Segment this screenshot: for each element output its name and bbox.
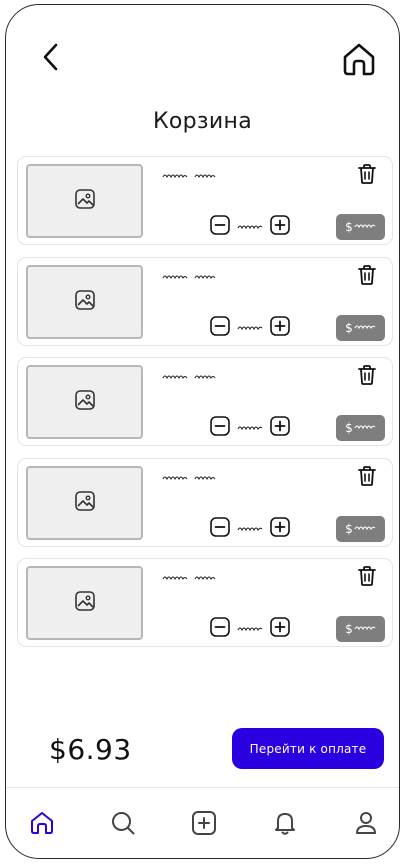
plus-icon (270, 416, 290, 440)
price-scribble-icon (354, 220, 376, 234)
plus-icon (270, 617, 290, 641)
product-name-scribble-icon (162, 272, 218, 282)
cart-item: $ (17, 256, 393, 346)
cart-item: $ (17, 357, 393, 446)
image-placeholder-icon (74, 490, 96, 516)
decrement-button[interactable] (210, 617, 230, 641)
quantity-stepper (210, 416, 290, 440)
price-badge[interactable]: $ (336, 515, 385, 542)
plus-icon (270, 315, 290, 340)
quantity-scribble-icon (237, 623, 263, 635)
product-name-scribble-icon (162, 473, 218, 483)
price-scribble-icon (354, 522, 376, 536)
image-placeholder-icon (74, 289, 96, 315)
minus-icon (210, 416, 230, 440)
price-scribble-icon (354, 421, 376, 435)
phone-frame: Корзина $ $ $ $ $ $6.93 Перейти к оплате (5, 4, 400, 859)
decrement-button[interactable] (210, 315, 230, 340)
image-placeholder-icon (74, 188, 96, 214)
price-currency: $ (345, 421, 353, 435)
quantity-stepper (210, 215, 290, 239)
product-image[interactable] (26, 566, 143, 640)
quantity-scribble-icon (237, 322, 263, 334)
product-image[interactable] (26, 365, 143, 439)
product-image[interactable] (26, 264, 143, 339)
price-scribble-icon (354, 321, 376, 335)
delete-button[interactable] (356, 163, 378, 189)
cart-list: $ $ $ $ $ (17, 156, 393, 659)
minus-icon (210, 215, 230, 239)
delete-button[interactable] (356, 565, 378, 591)
minus-icon (210, 315, 230, 340)
decrement-button[interactable] (210, 416, 230, 440)
product-name-scribble-icon (162, 171, 218, 181)
minus-icon (210, 516, 230, 541)
increment-button[interactable] (270, 215, 290, 239)
nav-add[interactable] (186, 805, 222, 841)
nav-search[interactable] (105, 805, 141, 841)
price-badge[interactable]: $ (336, 214, 385, 240)
product-image[interactable] (26, 465, 143, 540)
price-currency: $ (345, 320, 353, 335)
price-badge[interactable]: $ (336, 415, 385, 441)
cart-item: $ (17, 156, 393, 245)
price-badge[interactable]: $ (336, 314, 385, 341)
quantity-scribble-icon (237, 221, 263, 233)
home-icon (343, 43, 375, 76)
trash-icon (357, 264, 377, 290)
plus-icon (270, 215, 290, 239)
price-scribble-icon (354, 622, 376, 636)
product-name-scribble-icon (162, 372, 218, 382)
price-badge[interactable]: $ (336, 616, 385, 642)
increment-button[interactable] (270, 617, 290, 641)
bottom-nav (6, 805, 399, 845)
price-currency: $ (345, 521, 353, 536)
nav-profile[interactable] (348, 805, 384, 841)
delete-button[interactable] (356, 465, 378, 491)
nav-divider (6, 787, 399, 788)
product-name-scribble-icon (162, 573, 218, 583)
decrement-button[interactable] (210, 516, 230, 541)
bell-icon (275, 813, 295, 835)
nav-notifications[interactable] (267, 805, 303, 841)
add-icon (192, 811, 216, 835)
quantity-stepper (210, 617, 290, 641)
cart-item: $ (17, 558, 393, 647)
profile-icon (356, 812, 376, 834)
cart-item: $ (17, 457, 393, 547)
page-title: Корзина (152, 109, 252, 134)
image-placeholder-icon (74, 590, 96, 616)
home-icon (31, 812, 53, 834)
decrement-button[interactable] (210, 215, 230, 239)
plus-icon (270, 516, 290, 541)
increment-button[interactable] (270, 315, 290, 340)
trash-icon (357, 364, 377, 390)
trash-icon (357, 163, 377, 189)
increment-button[interactable] (270, 416, 290, 440)
quantity-stepper (210, 516, 290, 541)
price-currency: $ (345, 622, 353, 636)
trash-icon (357, 565, 377, 591)
checkout-button[interactable]: Перейти к оплате (232, 728, 384, 769)
quantity-scribble-icon (237, 523, 263, 535)
nav-home[interactable] (24, 805, 60, 841)
quantity-scribble-icon (237, 422, 263, 434)
trash-icon (357, 465, 377, 491)
home-button[interactable] (339, 39, 379, 79)
chevron-left-icon (43, 43, 58, 71)
increment-button[interactable] (270, 516, 290, 541)
delete-button[interactable] (356, 364, 378, 390)
delete-button[interactable] (356, 264, 378, 290)
back-button[interactable] (34, 40, 68, 74)
image-placeholder-icon (74, 389, 96, 415)
search-icon (112, 812, 135, 835)
product-image[interactable] (26, 164, 143, 238)
cart-total: $6.93 (49, 733, 132, 766)
quantity-stepper (210, 315, 290, 340)
price-currency: $ (345, 220, 353, 234)
minus-icon (210, 617, 230, 641)
